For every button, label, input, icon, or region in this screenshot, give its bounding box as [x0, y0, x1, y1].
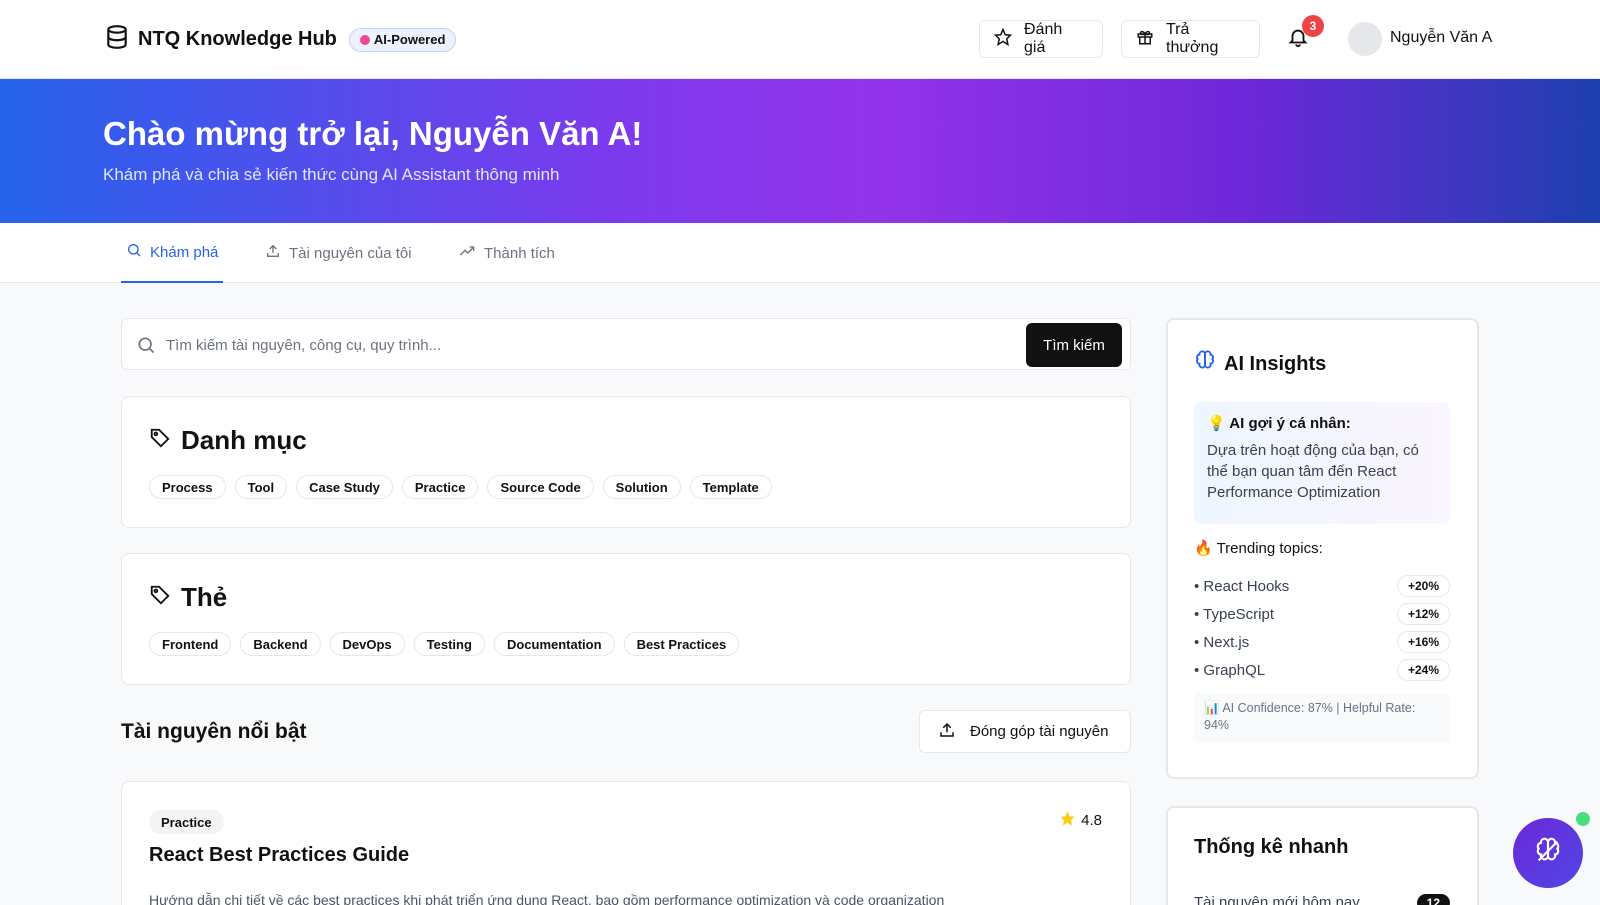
trending-change: +24% [1396, 659, 1450, 681]
resource-card[interactable]: Practice 4.8 React Best Practices Guide … [121, 781, 1131, 905]
trending-heading: 🔥 Trending topics: [1194, 540, 1323, 557]
trending-topic: • React Hooks [1194, 577, 1290, 595]
trending-change: +20% [1396, 575, 1450, 597]
ai-insights-heading: AI Insights [1194, 350, 1326, 378]
review-button[interactable]: Đánh giá [979, 20, 1103, 58]
resource-category-badge: Practice [149, 810, 224, 834]
tag-icon [149, 425, 171, 456]
tab-achievements[interactable]: Thành tích [458, 223, 555, 283]
stats-value: 12 [1416, 894, 1450, 905]
tag-chip[interactable]: Best Practices [623, 632, 740, 656]
category-chip[interactable]: Case Study [296, 475, 393, 499]
featured-title: Tài nguyên nổi bật [121, 720, 307, 743]
welcome-subtitle: Khám phá và chia sẻ kiến thức cùng AI As… [103, 165, 560, 184]
category-chip[interactable]: Solution [602, 475, 681, 499]
database-icon [104, 24, 130, 55]
stats-row: Tài nguyên mới hôm nay 12 [1194, 894, 1450, 905]
trending-row[interactable]: • Next.js +16% [1194, 631, 1450, 653]
category-chip[interactable]: Source Code [487, 475, 594, 499]
ai-powered-badge: AI-Powered [348, 27, 457, 52]
search-input[interactable] [166, 333, 986, 357]
tab-achievements-label: Thành tích [484, 244, 555, 262]
trending-up-icon [458, 243, 476, 263]
trending-change: +16% [1396, 631, 1450, 653]
tags-card: Thẻ Frontend Backend DevOps Testing Docu… [121, 553, 1131, 685]
category-chip-list: Process Tool Case Study Practice Source … [149, 475, 772, 499]
ai-insights-title: AI Insights [1224, 352, 1327, 375]
search-icon [126, 242, 142, 262]
resource-rating: 4.8 [1059, 810, 1102, 831]
resource-description: Hướng dẫn chi tiết về các best practices… [149, 892, 945, 905]
categories-card: Danh mục Process Tool Case Study Practic… [121, 396, 1131, 528]
ai-insights-card: AI Insights 💡 AI gợi ý cá nhân: Dựa trên… [1166, 318, 1479, 779]
welcome-hero: Chào mừng trở lại, Nguyễn Văn A! Khám ph… [0, 79, 1600, 223]
tab-my-resources[interactable]: Tài nguyên của tôi [265, 223, 412, 283]
tag-chip[interactable]: Testing [413, 632, 485, 656]
tab-my-resources-label: Tài nguyên của tôi [289, 244, 412, 262]
brand-name: NTQ Knowledge Hub [138, 28, 337, 50]
tags-heading: Thẻ [149, 582, 227, 613]
tags-title: Thẻ [181, 582, 228, 612]
notification-count-badge: 3 [1302, 15, 1324, 37]
trending-topic: • Next.js [1194, 633, 1250, 651]
tag-icon [149, 582, 171, 613]
resource-title[interactable]: React Best Practices Guide [149, 844, 409, 867]
search-icon [136, 335, 156, 360]
brain-icon [1534, 837, 1562, 870]
trending-topic: • GraphQL [1194, 661, 1266, 679]
tag-chip[interactable]: Backend [240, 632, 321, 656]
avatar[interactable] [1348, 22, 1382, 56]
search-bar: Tìm kiếm [121, 318, 1131, 370]
user-name[interactable]: Nguyễn Văn A [1390, 29, 1492, 47]
rating-value: 4.8 [1081, 812, 1102, 829]
main-tabs: Khám phá Tài nguyên của tôi Thành tích [0, 223, 1600, 283]
stats-label: Tài nguyên mới hôm nay [1194, 894, 1360, 905]
category-chip[interactable]: Tool [234, 475, 288, 499]
trending-change: +12% [1396, 603, 1450, 625]
suggestion-body: Dựa trên hoạt động của bạn, có thể bạn q… [1207, 442, 1419, 501]
star-icon [1059, 810, 1076, 831]
category-chip[interactable]: Practice [401, 475, 479, 499]
trending-topic: • TypeScript [1194, 605, 1275, 623]
contribute-label: Đóng góp tài nguyên [970, 723, 1109, 740]
reward-button[interactable]: Trả thưởng [1121, 20, 1260, 58]
categories-title: Danh mục [181, 425, 307, 455]
ai-confidence-note: 📊 AI Confidence: 87% | Helpful Rate: 94% [1194, 693, 1450, 743]
quick-stats-title: Thống kê nhanh [1194, 836, 1349, 858]
contribute-resource-button[interactable]: Đóng góp tài nguyên [919, 710, 1131, 753]
category-chip[interactable]: Template [689, 475, 772, 499]
quick-stats-card: Thống kê nhanh Tài nguyên mới hôm nay 12 [1166, 806, 1479, 905]
trending-row[interactable]: • GraphQL +24% [1194, 659, 1450, 681]
reward-label: Trả thưởng [1166, 21, 1219, 56]
categories-heading: Danh mục [149, 425, 307, 456]
ai-suggestion-box: 💡 AI gợi ý cá nhân: Dựa trên hoạt động c… [1194, 402, 1450, 524]
tag-chip[interactable]: Documentation [493, 632, 615, 656]
review-label: Đánh giá [1024, 21, 1063, 56]
top-navbar: NTQ Knowledge Hub AI-Powered Đánh giá Tr… [0, 0, 1600, 79]
tag-chip[interactable]: Frontend [149, 632, 232, 656]
star-icon [993, 27, 1013, 51]
search-button[interactable]: Tìm kiếm [1026, 323, 1122, 367]
suggestion-title: 💡 AI gợi ý cá nhân: [1207, 415, 1351, 432]
ai-assistant-button[interactable] [1513, 818, 1583, 888]
trending-row[interactable]: • React Hooks +20% [1194, 575, 1450, 597]
tab-explore[interactable]: Khám phá [121, 223, 224, 283]
tag-chip-list: Frontend Backend DevOps Testing Document… [149, 632, 740, 656]
brand[interactable]: NTQ Knowledge Hub AI-Powered [104, 24, 457, 55]
tab-explore-label: Khám phá [150, 243, 219, 261]
online-status-dot [1576, 812, 1590, 826]
tag-chip[interactable]: DevOps [329, 632, 405, 656]
upload-icon [938, 721, 956, 743]
trending-row[interactable]: • TypeScript +12% [1194, 603, 1450, 625]
brain-icon [1194, 350, 1216, 378]
ai-badge-label: AI-Powered [373, 32, 446, 47]
category-chip[interactable]: Process [149, 475, 226, 499]
brain-icon [359, 34, 370, 45]
welcome-title: Chào mừng trở lại, Nguyễn Văn A! [103, 115, 643, 152]
upload-icon [265, 243, 281, 263]
gift-icon [1136, 28, 1154, 51]
